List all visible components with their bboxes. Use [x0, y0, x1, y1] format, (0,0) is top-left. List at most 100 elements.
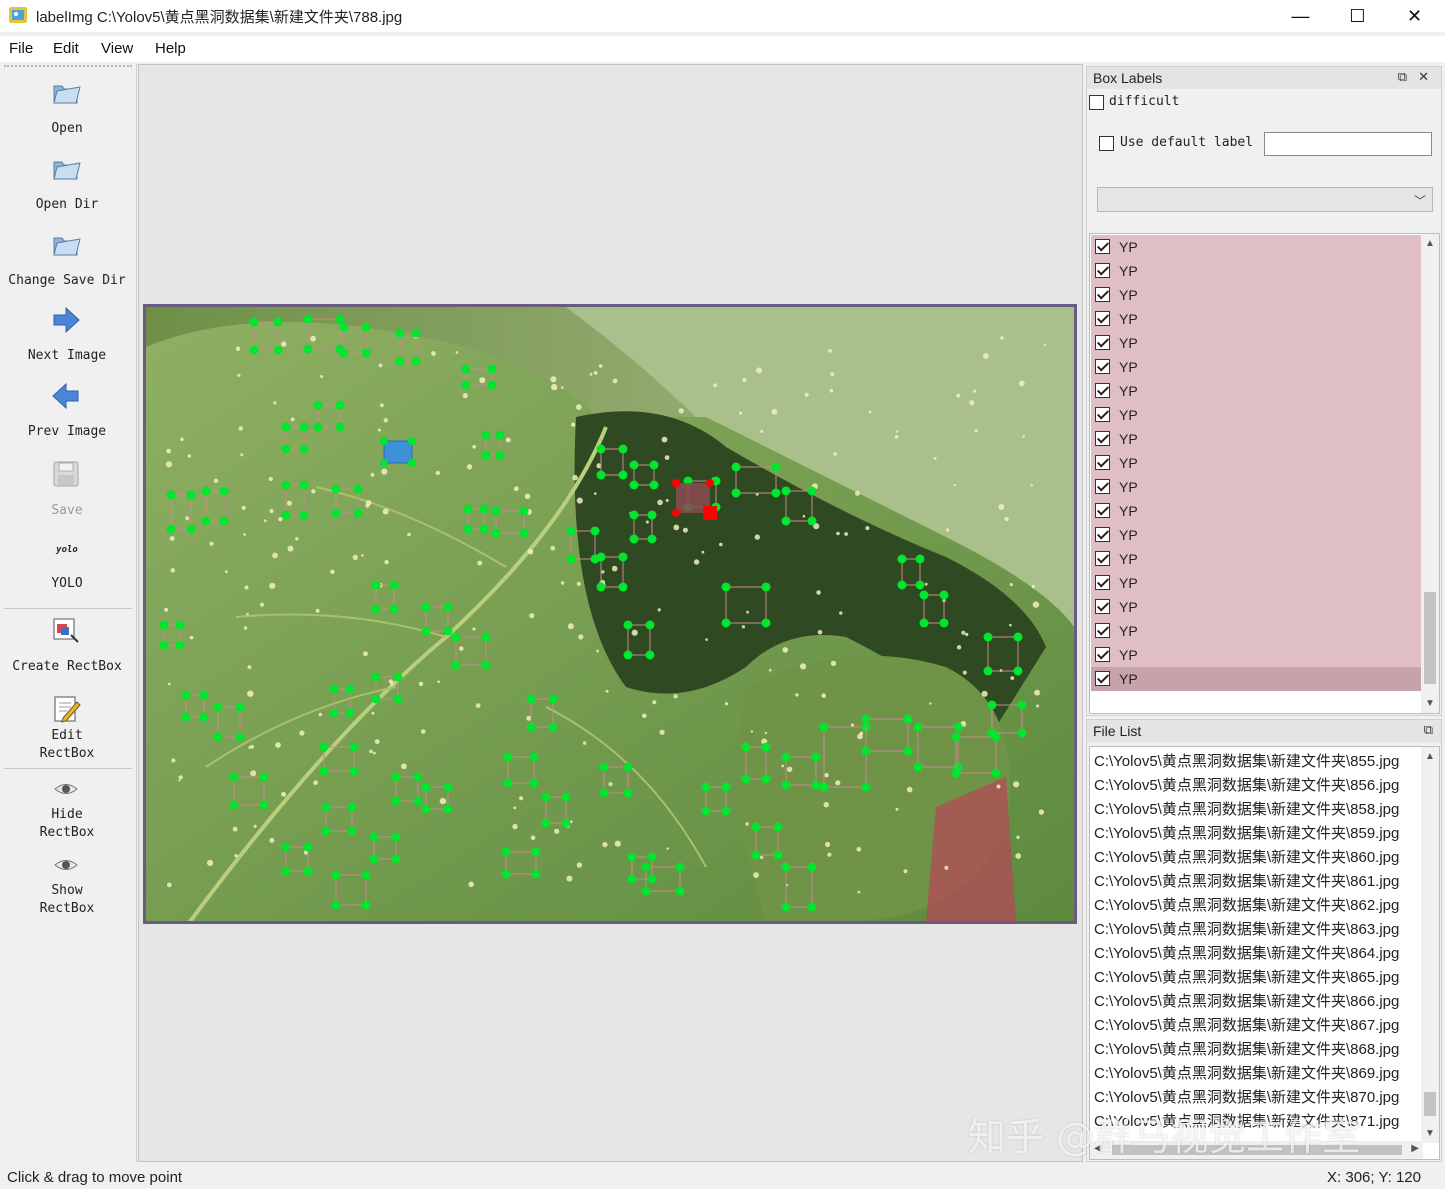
box-vertex-handle[interactable] [199, 690, 209, 700]
box-vertex-handle[interactable] [259, 772, 269, 782]
scrollbar-thumb[interactable] [1424, 592, 1436, 684]
label-list-item[interactable]: YP [1091, 355, 1421, 379]
box-vertex-handle[interactable] [807, 902, 817, 912]
box-vertex-handle[interactable] [751, 822, 761, 832]
box-vertex-handle[interactable] [487, 364, 497, 374]
box-vertex-handle[interactable] [807, 862, 817, 872]
box-vertex-handle[interactable] [951, 768, 961, 778]
box-vertex-handle[interactable] [303, 866, 313, 876]
box-vertex-handle[interactable] [761, 742, 771, 752]
box-vertex-handle[interactable] [463, 524, 473, 534]
box-vertex-handle[interactable] [983, 666, 993, 676]
file-list-item[interactable]: C:\Yolov5\黄点黑洞数据集\新建文件夹\859.jpg [1094, 822, 1399, 843]
box-vertex-handle[interactable] [229, 772, 239, 782]
box-vertex-handle[interactable] [721, 582, 731, 592]
scroll-down-icon[interactable]: ▼ [1425, 698, 1435, 709]
toolbar-grip[interactable] [4, 65, 132, 67]
box-vertex-handle[interactable] [313, 422, 323, 432]
prev-image-button[interactable]: Prev Image [0, 380, 134, 444]
box-vertex-handle[interactable] [561, 792, 571, 802]
file-list-item[interactable]: C:\Yolov5\黄点黑洞数据集\新建文件夹\863.jpg [1094, 918, 1399, 939]
box-vertex-handle[interactable] [249, 317, 259, 327]
save-button[interactable]: Save [0, 458, 134, 522]
box-vertex-handle[interactable] [741, 742, 751, 752]
label-list-item[interactable]: YP [1091, 475, 1421, 499]
box-vertex-handle[interactable] [408, 437, 416, 445]
file-list-item[interactable]: C:\Yolov5\黄点黑洞数据集\新建文件夹\858.jpg [1094, 798, 1399, 819]
create-rectbox-button[interactable]: Create RectBox [0, 614, 134, 678]
box-vertex-handle[interactable] [647, 510, 657, 520]
box-vertex-handle[interactable] [273, 345, 283, 355]
box-vertex-handle[interactable] [213, 732, 223, 742]
float-icon[interactable]: ⧉ [1398, 69, 1407, 85]
box-vertex-handle[interactable] [463, 504, 473, 514]
box-vertex-handle[interactable] [281, 480, 291, 490]
box-vertex-handle[interactable] [741, 774, 751, 784]
label-list-item[interactable]: YP [1091, 571, 1421, 595]
label-visible-checkbox[interactable] [1095, 647, 1110, 662]
box-vertex-handle[interactable] [913, 722, 923, 732]
box-vertex-handle[interactable] [623, 650, 633, 660]
label-list-item[interactable]: YP [1091, 379, 1421, 403]
file-list-item[interactable]: C:\Yolov5\黄点黑洞数据集\新建文件夹\864.jpg [1094, 942, 1399, 963]
file-list-item[interactable]: C:\Yolov5\黄点黑洞数据集\新建文件夹\862.jpg [1094, 894, 1399, 915]
box-vertex-handle[interactable] [421, 626, 431, 636]
box-vertex-handle[interactable] [461, 380, 471, 390]
box-vertex-handle[interactable] [249, 345, 259, 355]
file-list-item[interactable]: C:\Yolov5\黄点黑洞数据集\新建文件夹\867.jpg [1094, 1014, 1399, 1035]
box-vertex-handle[interactable] [186, 490, 196, 500]
box-vertex-handle[interactable] [413, 796, 423, 806]
float-icon[interactable]: ⧉ [1424, 722, 1433, 738]
box-vertex-handle[interactable] [491, 528, 501, 538]
box-vertex-handle[interactable] [987, 700, 997, 710]
box-vertex-handle[interactable] [186, 524, 196, 534]
box-vertex-handle[interactable] [811, 780, 821, 790]
file-list-item[interactable]: C:\Yolov5\黄点黑洞数据集\新建文件夹\866.jpg [1094, 990, 1399, 1011]
box-vertex-handle[interactable] [391, 796, 401, 806]
box-vertex-handle[interactable] [299, 422, 309, 432]
box-vertex-handle[interactable] [629, 480, 639, 490]
box-vertex-handle[interactable] [347, 826, 357, 836]
label-visible-checkbox[interactable] [1095, 239, 1110, 254]
box-vertex-handle[interactable] [701, 782, 711, 792]
box-vertex-handle[interactable] [395, 356, 405, 366]
label-list-item[interactable]: YP [1091, 619, 1421, 643]
box-vertex-handle[interactable] [627, 874, 637, 884]
box-vertex-handle[interactable] [641, 862, 651, 872]
box-vertex-handle[interactable] [219, 486, 229, 496]
box-vertex-handle[interactable] [541, 818, 551, 828]
box-vertex-handle[interactable] [721, 618, 731, 628]
box-vertex-handle[interactable] [166, 490, 176, 500]
box-vertex-handle[interactable] [380, 437, 388, 445]
file-list-item[interactable]: C:\Yolov5\黄点黑洞数据集\新建文件夹\865.jpg [1094, 966, 1399, 987]
label-list-item[interactable]: YP [1091, 283, 1421, 307]
box-vertex-handle[interactable] [353, 508, 363, 518]
box-vertex-handle[interactable] [627, 852, 637, 862]
box-vertex-handle[interactable] [495, 430, 505, 440]
file-list-item[interactable]: C:\Yolov5\黄点黑洞数据集\新建文件夹\868.jpg [1094, 1038, 1399, 1059]
label-list-item[interactable]: YP [1091, 259, 1421, 283]
box-vertex-handle[interactable] [299, 444, 309, 454]
box-vertex-handle[interactable] [361, 348, 371, 358]
label-visible-checkbox[interactable] [1095, 479, 1110, 494]
box-vertex-handle[interactable] [1013, 666, 1023, 676]
box-vertex-handle[interactable] [649, 480, 659, 490]
file-list-scrollbar[interactable]: ▲ ▼ [1421, 747, 1439, 1143]
label-visible-checkbox[interactable] [1095, 455, 1110, 470]
box-vertex-handle[interactable] [561, 818, 571, 828]
file-list[interactable]: C:\Yolov5\黄点黑洞数据集\新建文件夹\855.jpg C:\Yolov5… [1089, 746, 1440, 1160]
label-list-item[interactable]: YP [1091, 523, 1421, 547]
box-vertex-handle[interactable] [479, 524, 489, 534]
box-vertex-handle[interactable] [371, 672, 381, 682]
box-vertex-handle[interactable] [751, 850, 761, 860]
box-vertex-handle[interactable] [781, 902, 791, 912]
box-vertex-handle[interactable] [781, 752, 791, 762]
box-vertex-handle[interactable] [807, 516, 817, 526]
box-vertex-handle[interactable] [443, 602, 453, 612]
box-vertex-handle[interactable] [861, 746, 871, 756]
label-visible-checkbox[interactable] [1095, 407, 1110, 422]
box-vertex-handle[interactable] [481, 660, 491, 670]
box-vertex-handle[interactable] [761, 774, 771, 784]
label-visible-checkbox[interactable] [1095, 503, 1110, 518]
box-vertex-handle[interactable] [983, 632, 993, 642]
